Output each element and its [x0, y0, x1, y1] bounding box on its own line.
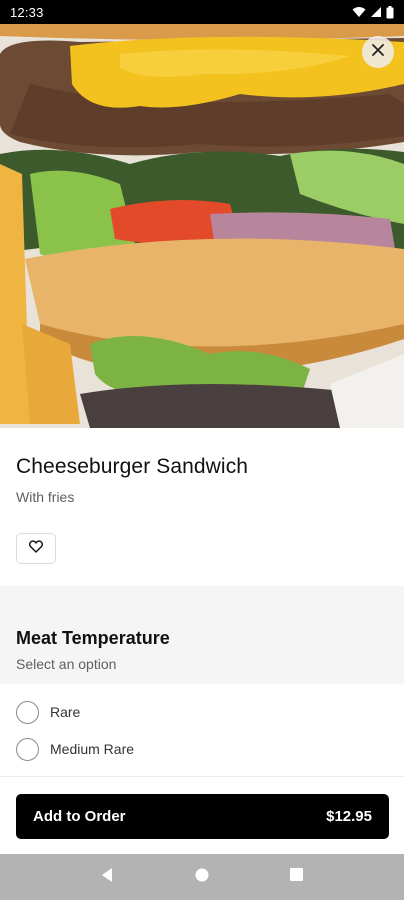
- add-to-order-label: Add to Order: [33, 808, 126, 825]
- item-title: Cheeseburger Sandwich: [16, 455, 249, 478]
- item-subtitle: With fries: [16, 489, 75, 505]
- add-to-order-button[interactable]: Add to Order $12.95: [16, 794, 389, 839]
- option-rare[interactable]: Rare: [16, 699, 80, 725]
- heart-icon: [28, 539, 44, 558]
- recents-icon: [290, 868, 304, 886]
- favorite-button[interactable]: [16, 533, 56, 564]
- home-button[interactable]: [182, 857, 222, 897]
- status-icons: [352, 5, 394, 19]
- modifier-group-header: Meat Temperature Select an option: [0, 586, 404, 684]
- recents-button[interactable]: [277, 857, 317, 897]
- back-button[interactable]: [87, 857, 127, 897]
- status-time: 12:33: [10, 4, 44, 20]
- item-photo: [0, 24, 404, 428]
- battery-icon: [386, 5, 394, 19]
- wifi-icon: [352, 6, 366, 18]
- item-info: Cheeseburger Sandwich With fries: [0, 428, 404, 586]
- system-nav-bar: [0, 854, 404, 900]
- option-medium-rare[interactable]: Medium Rare: [16, 736, 134, 762]
- order-footer: Add to Order $12.95: [0, 776, 404, 854]
- modifier-options: Rare Medium Rare: [0, 684, 404, 774]
- modifier-group-subtitle: Select an option: [16, 656, 117, 672]
- back-icon: [100, 867, 114, 888]
- radio-button[interactable]: [16, 700, 39, 724]
- order-price: $12.95: [326, 808, 372, 825]
- option-label: Rare: [50, 704, 81, 720]
- status-bar: 12:33: [0, 0, 404, 24]
- radio-button[interactable]: [16, 737, 39, 761]
- home-icon: [195, 868, 209, 887]
- cell-signal-icon: [370, 6, 382, 18]
- option-label: Medium Rare: [50, 741, 135, 757]
- close-button[interactable]: [362, 36, 394, 68]
- close-icon: [371, 43, 385, 62]
- modifier-group-title: Meat Temperature: [16, 628, 170, 648]
